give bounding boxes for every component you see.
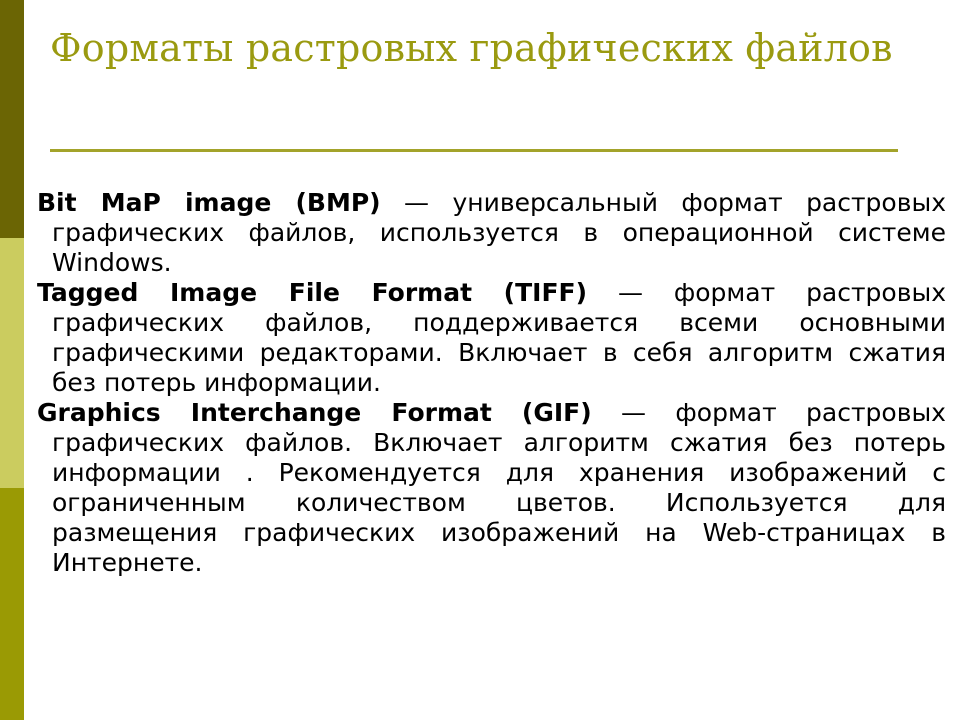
list-item: Bit MaP image (BMP) — универсальный форм…: [37, 188, 946, 278]
slide-side-decoration: [0, 0, 24, 720]
side-band-bottom: [0, 488, 24, 720]
list-item: Tagged Image File Format (TIFF) — формат…: [37, 278, 946, 398]
slide-body: Bit MaP image (BMP) — универсальный форм…: [37, 188, 946, 578]
format-term-gif: Graphics Interchange Format (GIF): [37, 398, 592, 427]
format-separator: —: [587, 278, 674, 307]
format-separator: —: [591, 398, 676, 427]
slide-title-block: Форматы растровых графических файлов: [50, 22, 900, 74]
side-band-top: [0, 0, 24, 238]
format-term-bmp: Bit MaP image (BMP): [37, 188, 381, 217]
format-separator: —: [380, 188, 453, 217]
page-title: Форматы растровых графических файлов: [50, 26, 893, 70]
presentation-slide: Форматы растровых графических файлов Bit…: [0, 0, 960, 720]
format-term-tiff: Tagged Image File Format (TIFF): [37, 278, 588, 307]
side-band-middle: [0, 238, 24, 488]
list-item: Graphics Interchange Format (GIF) — форм…: [37, 398, 946, 578]
title-divider: [50, 149, 898, 152]
